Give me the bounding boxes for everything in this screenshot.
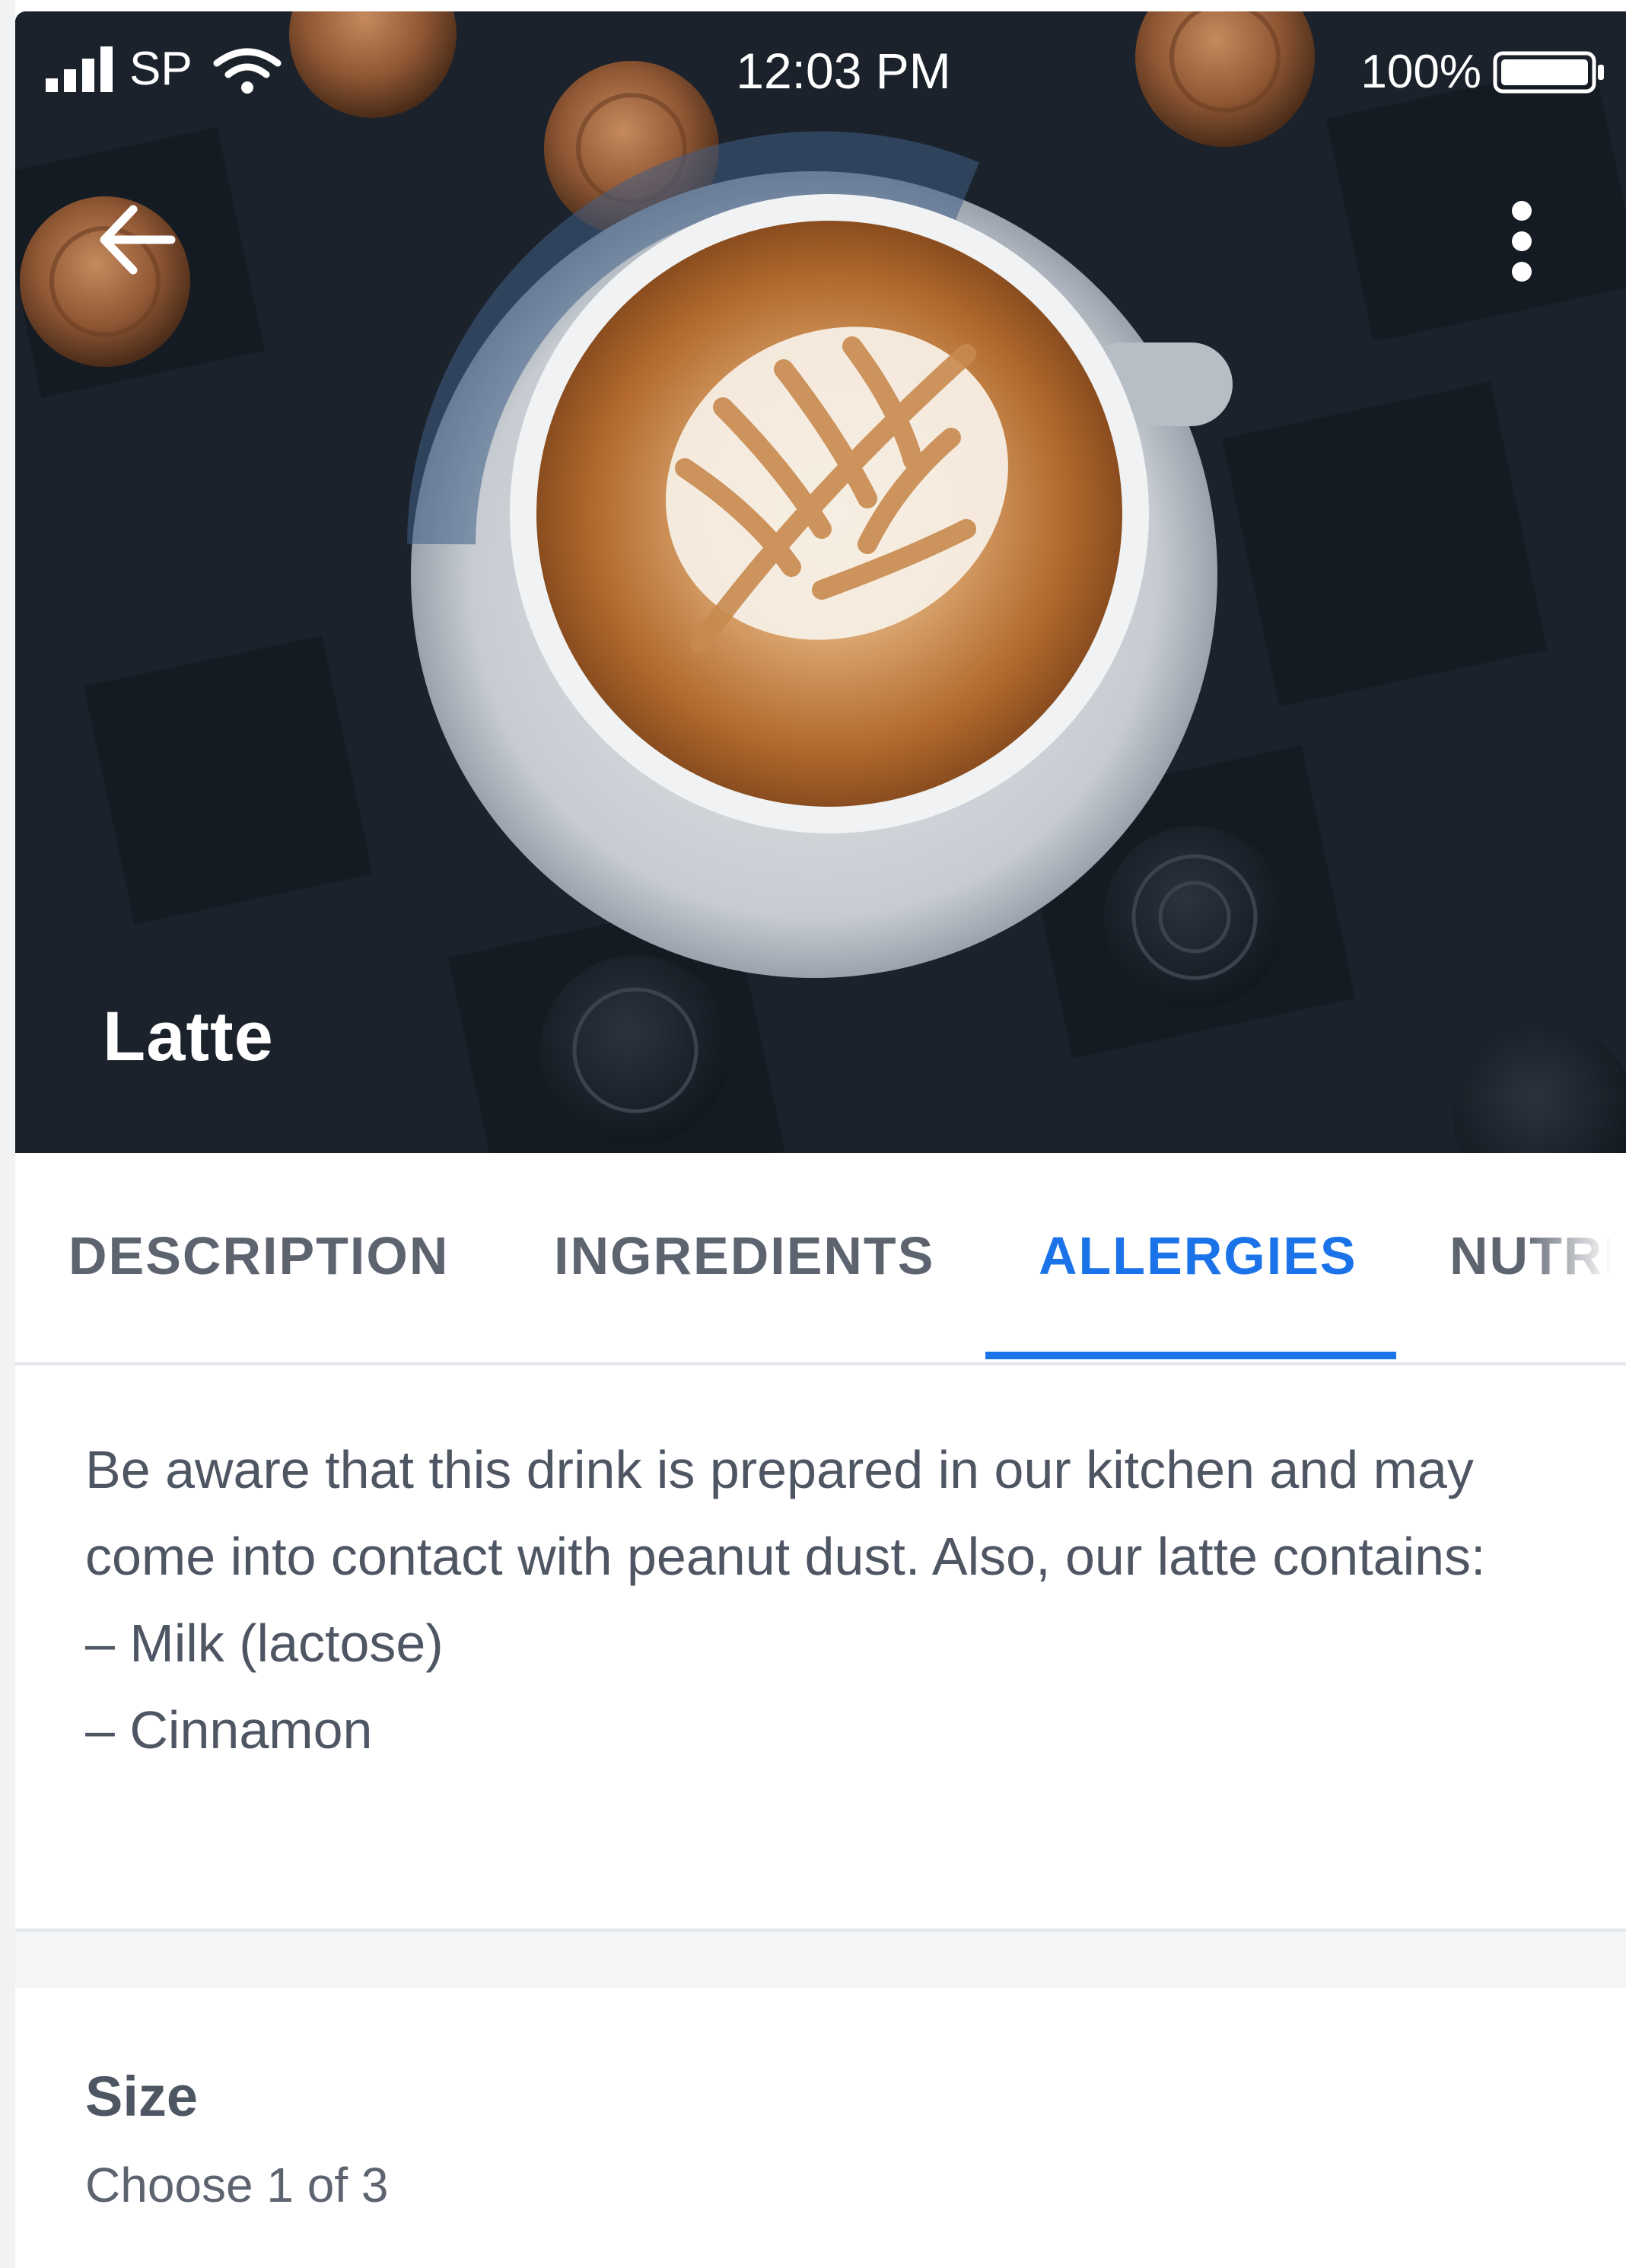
back-button[interactable] <box>84 190 198 289</box>
status-bar: SP 12:03 PM 100% <box>15 11 1626 110</box>
tab-ingredients[interactable]: INGREDIENTS <box>554 1225 934 1286</box>
section-divider <box>15 1929 1626 1991</box>
product-detail-screen: SP 12:03 PM 100% Latte DESCRIPTION INGRE… <box>0 0 1626 2268</box>
allergen-item: – Cinnamon <box>85 1700 373 1760</box>
tab-scroll-fade <box>1522 1153 1626 1359</box>
allergen-item: – Milk (lactose) <box>85 1613 444 1673</box>
size-option-group: Size Choose 1 of 3 <box>15 1988 1626 2268</box>
allergen-list: – Milk (lactose) – Cinnamon <box>85 1600 1599 1773</box>
left-edge <box>0 0 15 2268</box>
arrow-left-icon <box>100 205 176 275</box>
tab-description[interactable]: DESCRIPTION <box>68 1225 449 1286</box>
hero-image <box>15 11 1626 1153</box>
latte-art-cup-photo <box>15 11 1626 1153</box>
allergies-panel: Be aware that this drink is prepared in … <box>15 1365 1626 1929</box>
allergies-description: Be aware that this drink is prepared in … <box>85 1440 1486 1586</box>
more-vertical-icon <box>1512 201 1532 282</box>
battery-icon <box>1493 51 1604 94</box>
tab-allergies[interactable]: ALLERGIES <box>1039 1225 1357 1286</box>
active-tab-indicator <box>985 1352 1396 1359</box>
battery-percentage: 100% <box>1360 46 1481 98</box>
tab-bar: DESCRIPTION INGREDIENTS ALLERGIES NUTRI <box>15 1153 1626 1365</box>
size-hint: Choose 1 of 3 <box>85 2158 389 2212</box>
size-heading: Size <box>85 2065 199 2128</box>
more-options-button[interactable] <box>1476 190 1567 289</box>
product-title: Latte <box>103 998 274 1075</box>
allergies-content: Be aware that this drink is prepared in … <box>85 1426 1599 1773</box>
